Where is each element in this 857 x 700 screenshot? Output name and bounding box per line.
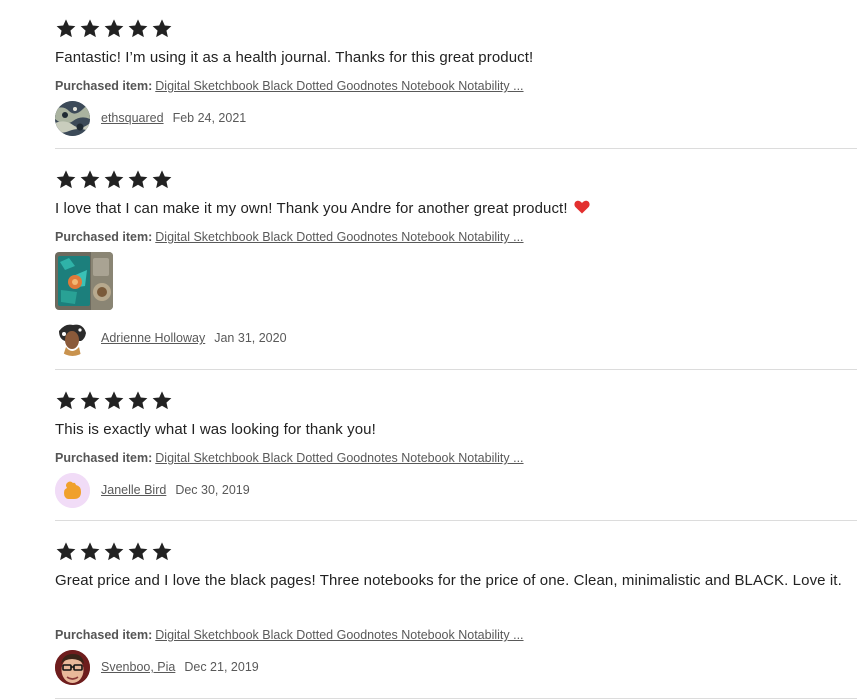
reviewer-name-link[interactable]: Adrienne Holloway — [101, 331, 205, 345]
star-icon — [55, 169, 77, 190]
purchased-item-label: Purchased item: — [55, 79, 153, 93]
purchased-item-label: Purchased item: — [55, 628, 153, 642]
star-icon — [79, 18, 101, 39]
star-icon — [127, 541, 149, 562]
reviewer-name-link[interactable]: ethsquared — [101, 111, 164, 125]
star-icon — [103, 390, 125, 411]
star-icon — [79, 541, 101, 562]
review-date: Dec 21, 2019 — [184, 660, 259, 674]
purchased-item-label: Purchased item: — [55, 230, 153, 244]
reviewer-info: Adrienne Holloway Jan 31, 2020 — [55, 320, 287, 356]
star-icon — [127, 390, 149, 411]
star-icon — [127, 169, 149, 190]
star-icon — [127, 18, 149, 39]
star-rating — [55, 169, 173, 190]
review-text: Great price and I love the black pages! … — [55, 572, 842, 589]
reviews-list: Fantastic! I’m using it as a health jour… — [0, 0, 857, 700]
star-icon — [151, 390, 173, 411]
star-icon — [103, 169, 125, 190]
star-icon — [151, 169, 173, 190]
reviewer-name-link[interactable]: Svenboo, Pia — [101, 660, 175, 674]
heart-icon — [574, 200, 590, 214]
purchased-item-link[interactable]: Digital Sketchbook Black Dotted Goodnote… — [155, 451, 523, 465]
review-text: I love that I can make it my own! Thank … — [55, 196, 845, 222]
review-item: Great price and I love the black pages! … — [0, 521, 857, 700]
purchased-item-link[interactable]: Digital Sketchbook Black Dotted Goodnote… — [155, 230, 523, 244]
star-icon — [55, 18, 77, 39]
reviewer-name-link[interactable]: Janelle Bird — [101, 483, 166, 497]
star-icon — [79, 390, 101, 411]
reviewer-info: Janelle Bird Dec 30, 2019 — [55, 472, 250, 508]
review-photo[interactable] — [55, 252, 113, 310]
avatar[interactable] — [55, 100, 90, 136]
purchased-item: Purchased item: Digital Sketchbook Black … — [55, 450, 524, 466]
review-item: I love that I can make it my own! Thank … — [0, 149, 857, 369]
star-icon — [151, 541, 173, 562]
star-icon — [55, 541, 77, 562]
avatar[interactable] — [55, 320, 90, 356]
star-icon — [151, 18, 173, 39]
reviewer-info: ethsquared Feb 24, 2021 — [55, 100, 246, 136]
divider — [55, 698, 857, 699]
review-text: This is exactly what I was looking for t… — [55, 421, 376, 438]
star-rating — [55, 18, 173, 39]
reviewer-info: Svenboo, Pia Dec 21, 2019 — [55, 649, 259, 685]
purchased-item-link[interactable]: Digital Sketchbook Black Dotted Goodnote… — [155, 79, 523, 93]
star-icon — [103, 18, 125, 39]
purchased-item: Purchased item: Digital Sketchbook Black … — [55, 229, 524, 245]
purchased-item: Purchased item: Digital Sketchbook Black … — [55, 627, 524, 643]
star-rating — [55, 390, 173, 411]
star-icon — [103, 541, 125, 562]
star-icon — [79, 169, 101, 190]
avatar[interactable] — [55, 649, 90, 685]
avatar[interactable] — [55, 472, 90, 508]
review-item: Fantastic! I’m using it as a health jour… — [0, 0, 857, 148]
star-rating — [55, 541, 173, 562]
purchased-item: Purchased item: Digital Sketchbook Black … — [55, 78, 524, 94]
purchased-item-link[interactable]: Digital Sketchbook Black Dotted Goodnote… — [155, 628, 523, 642]
review-date: Dec 30, 2019 — [175, 483, 250, 497]
star-icon — [55, 390, 77, 411]
review-text-content: I love that I can make it my own! Thank … — [55, 200, 568, 217]
purchased-item-label: Purchased item: — [55, 451, 153, 465]
review-text: Fantastic! I’m using it as a health jour… — [55, 49, 534, 66]
review-item: This is exactly what I was looking for t… — [0, 370, 857, 520]
review-date: Feb 24, 2021 — [172, 111, 247, 125]
review-date: Jan 31, 2020 — [214, 331, 287, 345]
